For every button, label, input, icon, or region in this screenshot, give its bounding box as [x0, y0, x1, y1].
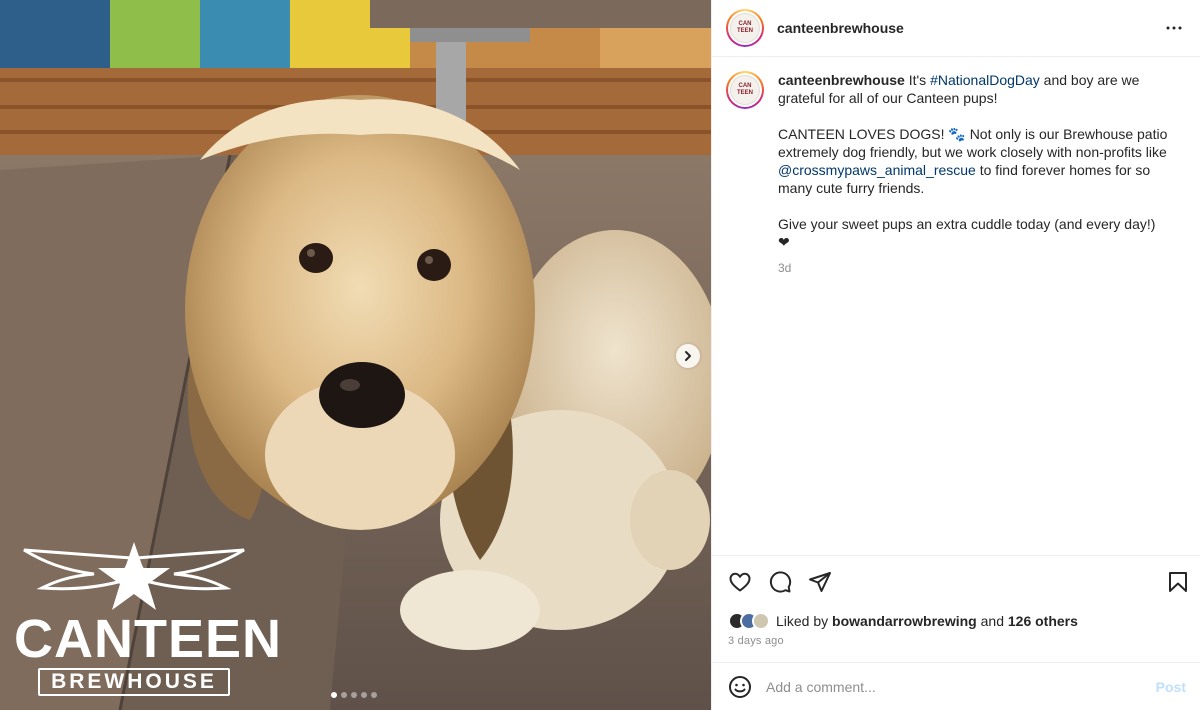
post-side-panel: CAN TEEN canteenbrewhouse CAN TEEN cante…: [711, 0, 1200, 710]
caption-paragraph-3: Give your sweet pups an extra cuddle tod…: [778, 216, 1156, 250]
liker-avatars[interactable]: [728, 612, 770, 630]
carousel-dot: [361, 692, 367, 698]
emoji-button[interactable]: [728, 675, 752, 699]
caption-paragraph-2: CANTEEN LOVES DOGS! 🐾 Not only is our Br…: [778, 126, 1168, 196]
caption-age[interactable]: 3d: [778, 259, 1171, 277]
avatar: [752, 612, 770, 630]
likes-summary: Liked by bowandarrowbrewing and 126 othe…: [712, 609, 1200, 633]
carousel-indicator: [331, 692, 377, 698]
caption-username[interactable]: canteenbrewhouse: [778, 72, 905, 88]
more-horizontal-icon: [1166, 26, 1182, 30]
likes-count[interactable]: 126 others: [1008, 613, 1078, 629]
logo-wordmark: CANTEEN: [14, 609, 283, 669]
chevron-right-icon: [685, 351, 691, 361]
post-photo[interactable]: CANTEEN BREWHOUSE: [0, 0, 711, 710]
mention-link[interactable]: @crossmypaws_animal_rescue: [778, 162, 976, 178]
share-button[interactable]: [808, 570, 832, 594]
avatar[interactable]: CAN TEEN: [726, 9, 764, 47]
heart-icon: [729, 572, 751, 591]
more-options-button[interactable]: [1162, 16, 1186, 40]
comment-input[interactable]: [766, 678, 1156, 695]
carousel-dot-active: [331, 692, 337, 698]
action-bar: [712, 555, 1200, 607]
caption-text: canteenbrewhouse It's #NationalDogDay an…: [778, 71, 1171, 277]
hashtag-link[interactable]: #NationalDogDay: [930, 72, 1040, 88]
winged-star-icon: [23, 542, 245, 610]
logo-subtitle: BREWHOUSE: [38, 668, 230, 696]
caption-paragraph-1: canteenbrewhouse It's #NationalDogDay an…: [778, 72, 1140, 106]
like-button[interactable]: [728, 570, 752, 594]
caption-avatar[interactable]: CAN TEEN: [726, 71, 764, 109]
share-icon: [809, 571, 831, 592]
carousel-dot: [371, 692, 377, 698]
carousel-next-button[interactable]: [676, 344, 700, 368]
post-header: CAN TEEN canteenbrewhouse: [712, 0, 1200, 57]
save-button[interactable]: [1166, 570, 1190, 594]
caption: CAN TEEN canteenbrewhouse It's #National…: [726, 71, 1184, 277]
canteen-logo: CANTEEN BREWHOUSE: [14, 540, 283, 700]
likes-text: Liked by bowandarrowbrewing and 126 othe…: [776, 613, 1078, 629]
avatar-image: CAN TEEN: [730, 13, 760, 43]
carousel-dot: [351, 692, 357, 698]
header-username[interactable]: canteenbrewhouse: [777, 20, 1162, 36]
comment-bar: Post: [712, 662, 1200, 710]
avatar-image: CAN TEEN: [730, 75, 760, 105]
carousel-dot: [341, 692, 347, 698]
post-comment-button[interactable]: Post: [1156, 679, 1186, 695]
comment-icon: [769, 570, 792, 593]
post-date[interactable]: 3 days ago: [712, 635, 1200, 655]
caption-area: CAN TEEN canteenbrewhouse It's #National…: [712, 57, 1200, 555]
liker-username[interactable]: bowandarrowbrewing: [832, 613, 977, 629]
bookmark-icon: [1169, 571, 1187, 592]
instagram-post: CANTEEN BREWHOUSE CAN TEEN canteenbrewho…: [0, 0, 1200, 710]
emoji-icon: [729, 675, 751, 698]
comment-button[interactable]: [768, 570, 792, 594]
